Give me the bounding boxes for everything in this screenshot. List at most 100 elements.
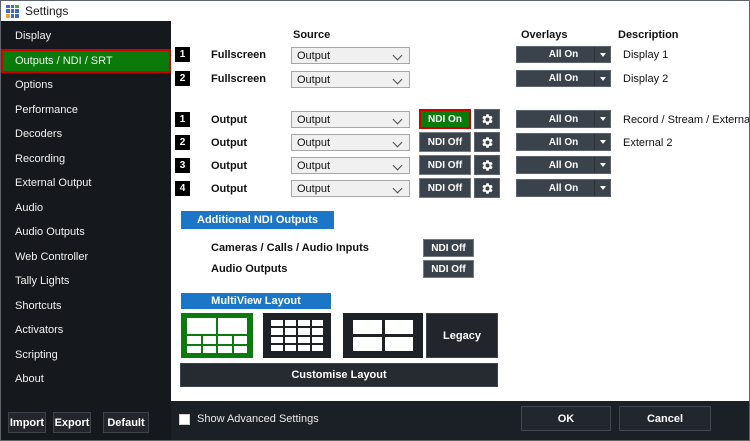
output-2-number: 2 (175, 135, 190, 150)
sidebar-item-about[interactable]: About (1, 367, 171, 392)
gear-icon (481, 182, 493, 194)
multiview-layout-option-2[interactable] (263, 313, 331, 358)
dropdown-arrow-icon[interactable] (594, 134, 610, 150)
output-3-overlays-button[interactable]: All On (516, 156, 611, 174)
output-3-settings-button[interactable] (474, 155, 500, 175)
output-2-overlays-value: All On (548, 136, 579, 148)
show-advanced-settings-label: Show Advanced Settings (197, 413, 319, 425)
sidebar: Display Outputs / NDI / SRT Options Perf… (1, 21, 171, 440)
output-2-overlays-button[interactable]: All On (516, 133, 611, 151)
output-3-number: 3 (175, 158, 190, 173)
output-1-settings-button[interactable] (474, 109, 500, 129)
ok-button[interactable]: OK (521, 406, 611, 431)
export-button[interactable]: Export (53, 412, 91, 433)
output-3-source-dropdown[interactable]: Output (291, 157, 410, 174)
fullscreen-2-source-dropdown[interactable]: Output (291, 71, 410, 88)
cameras-calls-audio-inputs-ndi-toggle[interactable]: NDI Off (423, 239, 474, 257)
sidebar-item-audio-outputs[interactable]: Audio Outputs (1, 220, 171, 245)
multiview-layout-option-3[interactable] (343, 313, 423, 358)
dropdown-arrow-icon[interactable] (594, 180, 610, 196)
import-button[interactable]: Import (8, 412, 46, 433)
fullscreen-1-overlays-value: All On (548, 49, 579, 60)
output-3-ndi-toggle[interactable]: NDI Off (419, 155, 471, 175)
legacy-button[interactable]: Legacy (426, 313, 498, 358)
output-4-ndi-toggle[interactable]: NDI Off (419, 178, 471, 198)
main-panel: Source Overlays Description 1 Fullscreen… (171, 21, 750, 401)
output-1-number: 1 (175, 112, 190, 127)
sidebar-item-outputs-ndi-srt[interactable]: Outputs / NDI / SRT (1, 48, 171, 73)
settings-window: Settings Display Outputs / NDI / SRT Opt… (0, 0, 750, 441)
audio-outputs-ndi-toggle[interactable]: NDI Off (423, 260, 474, 278)
column-header-overlays: Overlays (521, 29, 568, 41)
gear-icon (481, 113, 493, 125)
sidebar-item-recording[interactable]: Recording (1, 147, 171, 172)
output-2-source-dropdown[interactable]: Output (291, 134, 410, 151)
sidebar-item-scripting[interactable]: Scripting (1, 343, 171, 368)
sidebar-item-performance[interactable]: Performance (1, 98, 171, 123)
sidebar-item-activators[interactable]: Activators (1, 318, 171, 343)
multiview-preview-grid (181, 313, 253, 358)
output-2-source-value: Output (297, 136, 331, 149)
default-button[interactable]: Default (103, 412, 149, 433)
sidebar-item-audio[interactable]: Audio (1, 196, 171, 221)
sidebar-item-display[interactable]: Display (1, 24, 171, 49)
output-4-number: 4 (175, 181, 190, 196)
cancel-button[interactable]: Cancel (619, 406, 711, 431)
output-4-source-value: Output (297, 182, 331, 195)
audio-outputs-label: Audio Outputs (211, 263, 288, 275)
sidebar-item-external-output[interactable]: External Output (1, 171, 171, 196)
dropdown-arrow-icon[interactable] (594, 71, 610, 86)
output-3-overlays-value: All On (548, 159, 579, 171)
multiview-preview-grid (263, 313, 331, 358)
dropdown-arrow-icon[interactable] (594, 157, 610, 173)
fullscreen-1-number: 1 (175, 47, 190, 62)
title-bar: Settings (1, 1, 749, 22)
output-2-label: Output (211, 137, 248, 149)
window-title: Settings (25, 4, 69, 18)
dropdown-arrow-icon[interactable] (594, 47, 610, 62)
output-1-source-dropdown[interactable]: Output (291, 111, 410, 128)
output-1-ndi-toggle[interactable]: NDI On (419, 109, 471, 129)
fullscreen-1-overlays-button[interactable]: All On (516, 46, 611, 63)
output-4-overlays-value: All On (548, 182, 579, 194)
dropdown-arrow-icon[interactable] (594, 111, 610, 127)
sidebar-item-options[interactable]: Options (1, 73, 171, 98)
output-2-description: External 2 (623, 137, 673, 149)
fullscreen-1-source-dropdown[interactable]: Output (291, 47, 410, 64)
show-advanced-settings-checkbox[interactable] (179, 414, 190, 425)
bottom-bar: Show Advanced Settings OK Cancel (171, 401, 749, 440)
output-4-overlays-button[interactable]: All On (516, 179, 611, 197)
multiview-layout-button[interactable]: MultiView Layout (181, 293, 331, 309)
app-grid-icon (6, 4, 19, 18)
output-3-label: Output (211, 160, 248, 172)
output-4-source-dropdown[interactable]: Output (291, 180, 410, 197)
sidebar-item-tally-lights[interactable]: Tally Lights (1, 269, 171, 294)
output-1-label: Output (211, 114, 248, 126)
column-header-source: Source (293, 29, 331, 41)
customise-layout-button[interactable]: Customise Layout (180, 363, 498, 387)
fullscreen-2-number: 2 (175, 71, 190, 86)
fullscreen-2-label: Fullscreen (211, 73, 267, 85)
additional-ndi-outputs-button[interactable]: Additional NDI Outputs (181, 211, 334, 229)
sidebar-item-web-controller[interactable]: Web Controller (1, 245, 171, 270)
multiview-layout-option-1-selected[interactable] (181, 313, 253, 358)
chevron-down-icon (392, 160, 403, 171)
output-1-overlays-button[interactable]: All On (516, 110, 611, 128)
output-3-source-value: Output (297, 159, 331, 172)
output-1-overlays-value: All On (548, 113, 579, 125)
output-4-settings-button[interactable] (474, 178, 500, 198)
multiview-preview-grid (343, 313, 423, 358)
output-1-source-value: Output (297, 113, 331, 126)
chevron-down-icon (392, 74, 403, 85)
fullscreen-2-overlays-button[interactable]: All On (516, 70, 611, 87)
output-2-settings-button[interactable] (474, 132, 500, 152)
output-2-ndi-toggle[interactable]: NDI Off (419, 132, 471, 152)
fullscreen-1-label: Fullscreen (211, 49, 267, 61)
fullscreen-1-description: Display 1 (623, 49, 669, 61)
sidebar-item-shortcuts[interactable]: Shortcuts (1, 294, 171, 319)
sidebar-nav: Display Outputs / NDI / SRT Options Perf… (1, 24, 171, 392)
output-1-description: Record / Stream / External (623, 114, 750, 126)
fullscreen-2-overlays-value: All On (548, 73, 579, 84)
fullscreen-2-description: Display 2 (623, 73, 669, 85)
sidebar-item-decoders[interactable]: Decoders (1, 122, 171, 147)
